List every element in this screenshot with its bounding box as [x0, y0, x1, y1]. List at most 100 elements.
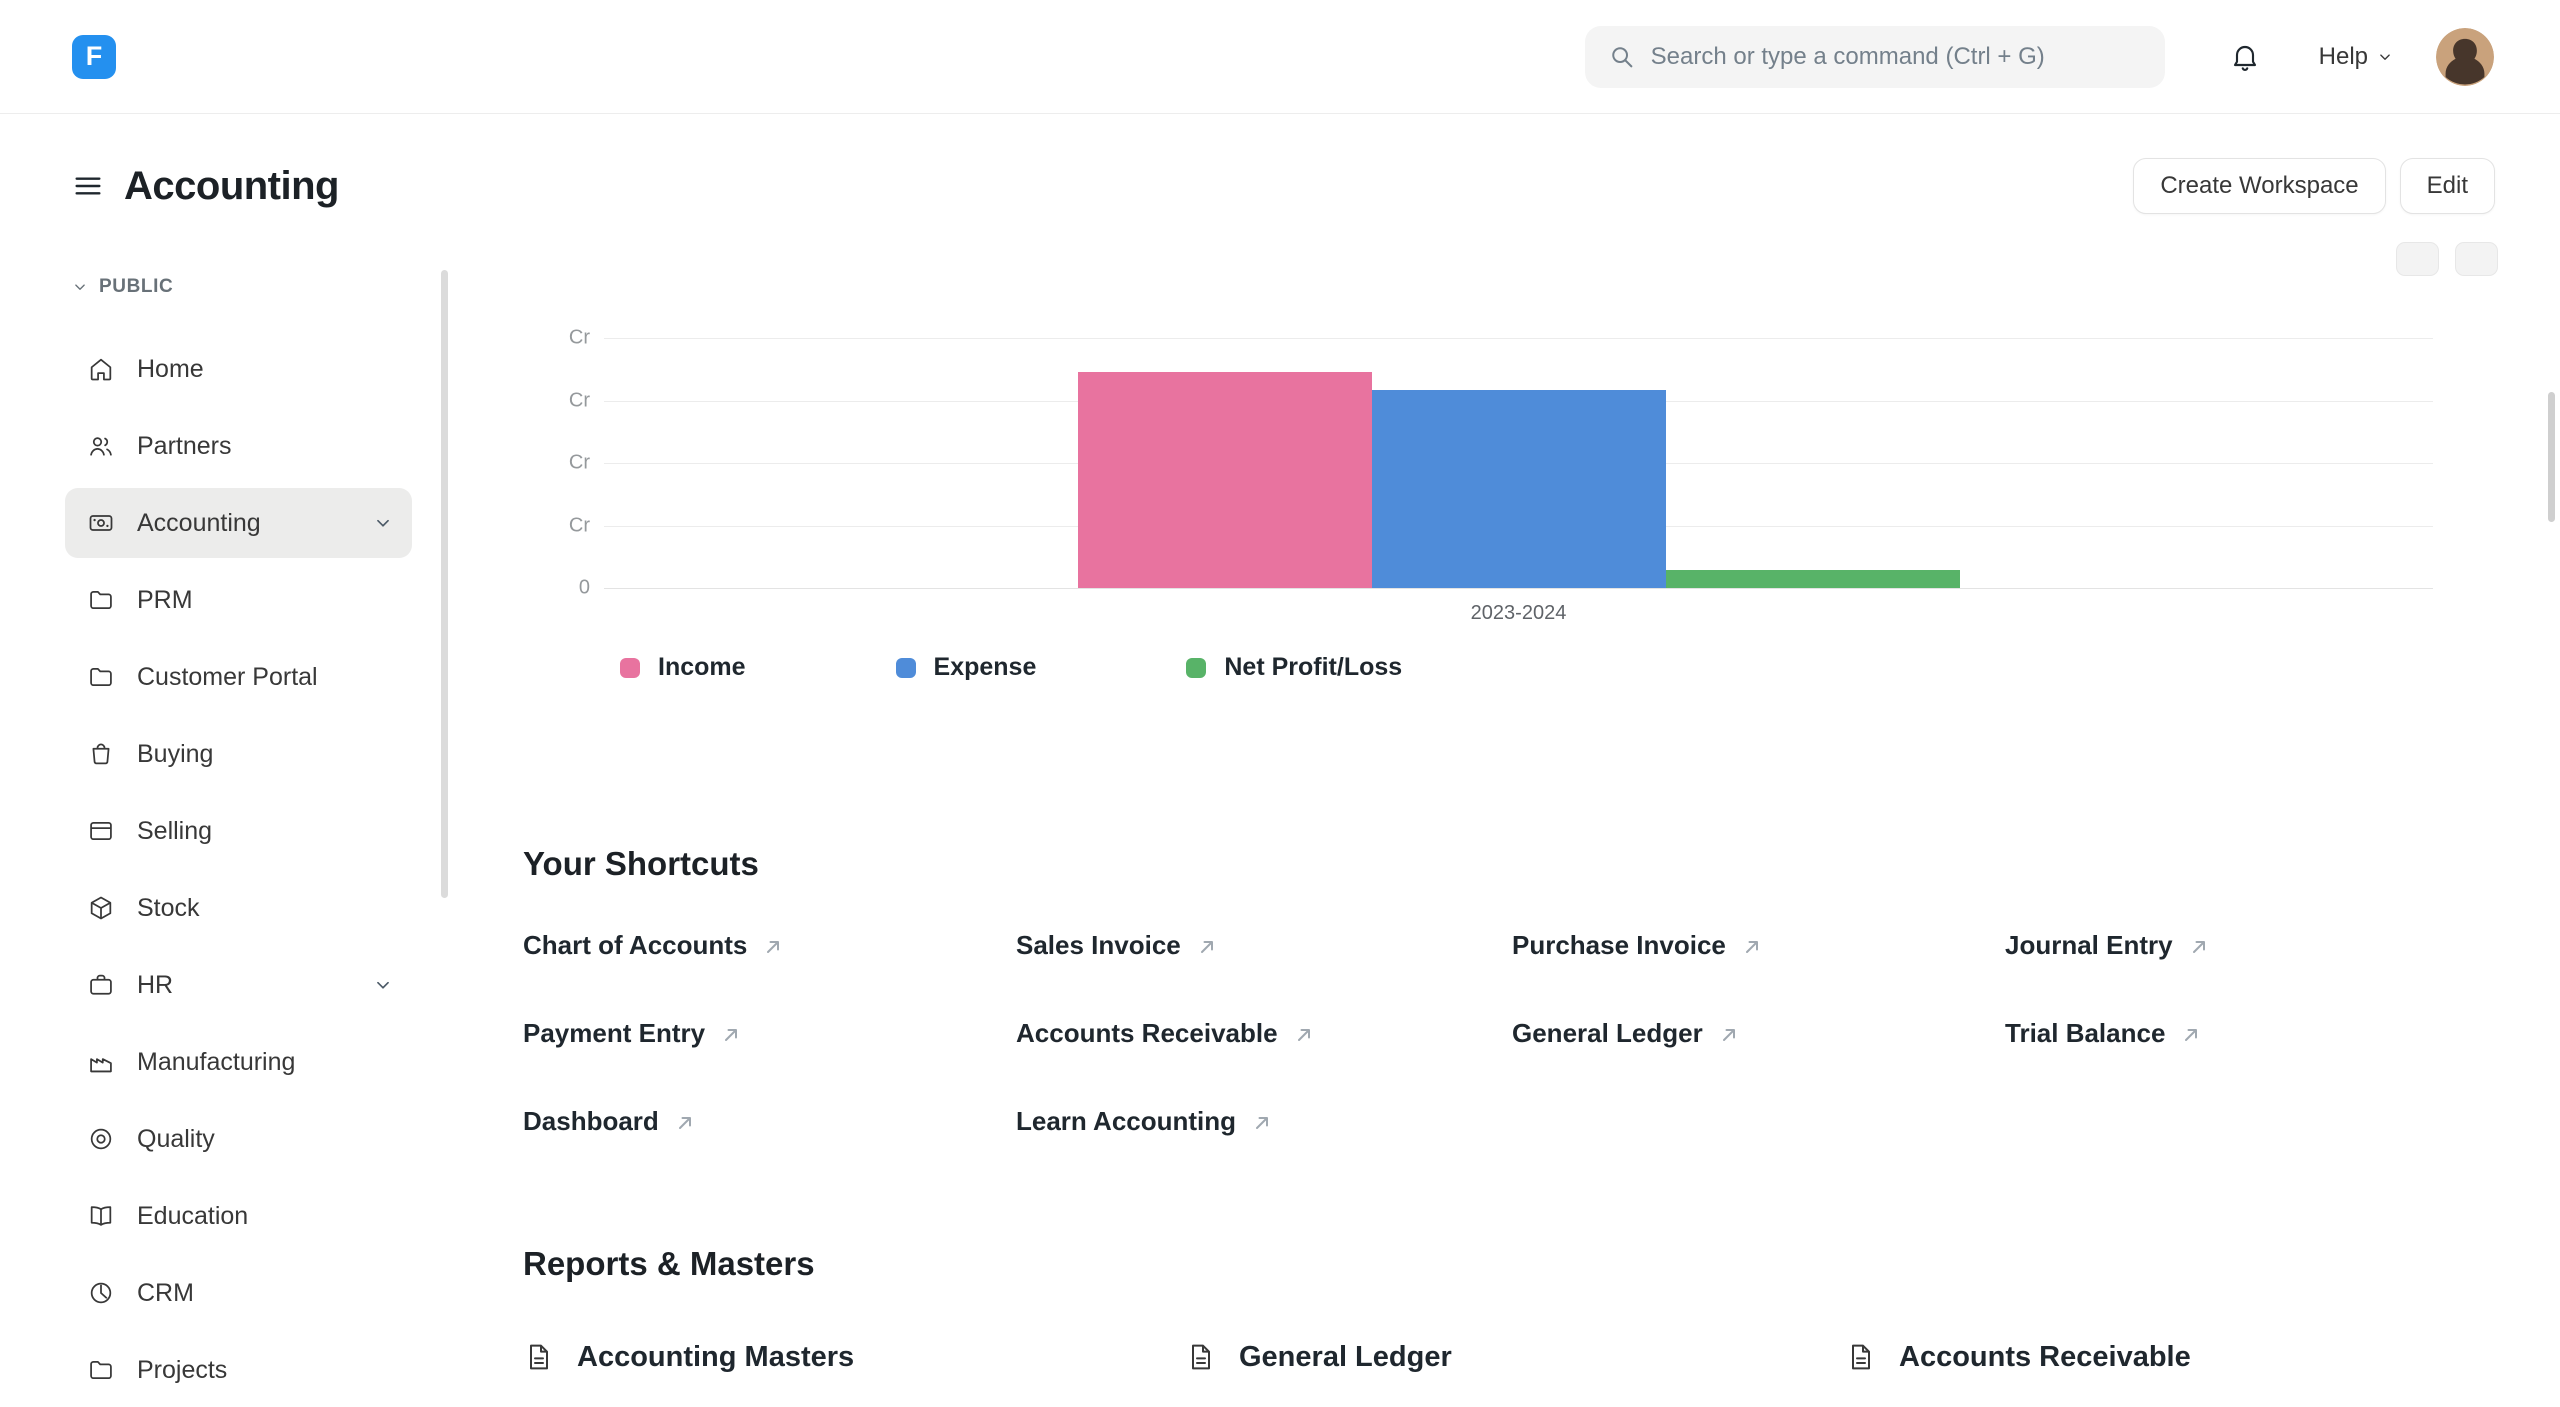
- shortcut-label: Chart of Accounts: [523, 930, 747, 961]
- chart-tick-label: 0: [542, 577, 590, 600]
- legend-expense[interactable]: Expense: [896, 653, 1037, 682]
- sidebar-item-label: CRM: [137, 1279, 194, 1308]
- report-general-ledger[interactable]: General Ledger: [1185, 1335, 1845, 1379]
- legend-income[interactable]: Income: [620, 653, 746, 682]
- education-icon: [87, 1202, 115, 1230]
- chart-tick-label: Cr: [542, 389, 590, 412]
- shortcut-dashboard[interactable]: Dashboard: [523, 1105, 1016, 1137]
- sidebar-item-label: Manufacturing: [137, 1048, 295, 1077]
- legend-net-profit-loss[interactable]: Net Profit/Loss: [1186, 653, 1402, 682]
- bell-icon[interactable]: [2229, 41, 2261, 73]
- sidebar-section-label: PUBLIC: [99, 276, 173, 298]
- manufacturing-icon: [87, 1048, 115, 1076]
- reports-heading: Reports & Masters: [523, 1245, 2500, 1283]
- shortcut-general-ledger[interactable]: General Ledger: [1512, 1017, 2005, 1049]
- shortcut-journal-entry[interactable]: Journal Entry: [2005, 929, 2500, 961]
- chart-plot: CrCrCrCr0: [604, 338, 2433, 588]
- chart-tick-label: Cr: [542, 452, 590, 475]
- chevron-down-icon: [372, 974, 394, 996]
- shortcut-label: Learn Accounting: [1016, 1106, 1236, 1137]
- file-icon: [523, 1341, 555, 1373]
- report-accounting-masters[interactable]: Accounting Masters: [523, 1335, 1185, 1379]
- sidebar-item-label: Home: [137, 355, 204, 384]
- edit-button[interactable]: Edit: [2400, 158, 2495, 214]
- sidebar-toggle-icon[interactable]: [72, 170, 104, 202]
- sidebar-section-public[interactable]: PUBLIC: [65, 270, 452, 304]
- legend-label: Income: [658, 653, 746, 682]
- shortcut-label: Sales Invoice: [1016, 930, 1181, 961]
- arrow-up-right-icon: [1717, 1023, 1741, 1047]
- accounting-icon: [87, 509, 115, 537]
- sidebar-item-label: Customer Portal: [137, 663, 318, 692]
- arrow-up-right-icon: [1740, 935, 1764, 959]
- bar-income[interactable]: [1078, 372, 1372, 588]
- sidebar-item-education[interactable]: Education: [65, 1181, 412, 1251]
- sidebar-items: Home PartnersAccountingPRM Customer Portal…: [65, 334, 452, 1405]
- help-menu[interactable]: Help: [2319, 43, 2394, 71]
- arrow-up-right-icon: [1195, 935, 1219, 959]
- buying-icon: [87, 740, 115, 768]
- shortcut-payment-entry[interactable]: Payment Entry: [523, 1017, 1016, 1049]
- shortcut-label: Purchase Invoice: [1512, 930, 1726, 961]
- arrow-up-right-icon: [2179, 1023, 2203, 1047]
- chevron-down-icon: [372, 512, 394, 534]
- arrow-up-right-icon: [1250, 1111, 1274, 1135]
- sidebar-item-partners[interactable]: Partners: [65, 411, 412, 481]
- chart-action-button[interactable]: [2455, 242, 2498, 276]
- bar-expense[interactable]: [1372, 390, 1666, 588]
- shortcut-purchase-invoice[interactable]: Purchase Invoice: [1512, 929, 2005, 961]
- search-input[interactable]: [1651, 43, 2143, 71]
- sidebar-item-quality[interactable]: Quality: [65, 1104, 412, 1174]
- legend-label: Expense: [934, 653, 1037, 682]
- sidebar-item-label: Education: [137, 1202, 248, 1231]
- shortcut-label: Dashboard: [523, 1106, 659, 1137]
- chevron-down-icon: [2376, 48, 2394, 66]
- shortcut-accounts-receivable[interactable]: Accounts Receivable: [1016, 1017, 1512, 1049]
- shortcut-chart-of-accounts[interactable]: Chart of Accounts: [523, 929, 1016, 961]
- search-icon: [1607, 42, 1637, 72]
- sidebar-scrollbar[interactable]: [441, 270, 448, 898]
- shortcut-learn-accounting[interactable]: Learn Accounting: [1016, 1105, 1512, 1137]
- page-title: Accounting: [124, 164, 339, 209]
- shortcuts-heading: Your Shortcuts: [523, 845, 2500, 883]
- page-header: Accounting Create Workspace Edit: [0, 158, 2560, 214]
- dashboard-bar-chart: CrCrCrCr0 2023-2024 IncomeExpenseNet Pro…: [523, 338, 2500, 682]
- chart-action-button[interactable]: [2396, 242, 2439, 276]
- sidebar-item-crm[interactable]: CRM: [65, 1258, 412, 1328]
- bar-net-profit-loss[interactable]: [1666, 570, 1960, 588]
- arrow-up-right-icon: [719, 1023, 743, 1047]
- chart-legend: Income Expense Net Profit/Loss: [620, 653, 2500, 682]
- sidebar-item-hr[interactable]: HR: [65, 950, 412, 1020]
- shortcut-trial-balance[interactable]: Trial Balance: [2005, 1017, 2500, 1049]
- folder-icon: [87, 663, 115, 691]
- sidebar-item-prm[interactable]: PRM: [65, 565, 412, 635]
- chart-tick-label: Cr: [542, 327, 590, 350]
- sidebar-item-label: Stock: [137, 894, 200, 923]
- search-bar[interactable]: [1585, 26, 2165, 88]
- reports-grid: Accounting Masters General LedgerAccounts…: [523, 1335, 2500, 1379]
- report-label: Accounting Masters: [577, 1341, 854, 1374]
- page-scrollbar[interactable]: [2548, 392, 2555, 522]
- help-label: Help: [2319, 43, 2368, 71]
- quality-icon: [87, 1125, 115, 1153]
- legend-label: Net Profit/Loss: [1224, 653, 1402, 682]
- crm-icon: [87, 1279, 115, 1307]
- sidebar-item-manufacturing[interactable]: Manufacturing: [65, 1027, 412, 1097]
- sidebar-item-buying[interactable]: Buying: [65, 719, 412, 789]
- arrow-up-right-icon: [2187, 935, 2211, 959]
- arrow-up-right-icon: [1292, 1023, 1316, 1047]
- sidebar-item-selling[interactable]: Selling: [65, 796, 412, 866]
- create-workspace-button[interactable]: Create Workspace: [2133, 158, 2385, 214]
- sidebar-item-home[interactable]: Home: [65, 334, 412, 404]
- sidebar-item-projects[interactable]: Projects: [65, 1335, 412, 1405]
- home-icon: [87, 355, 115, 383]
- user-avatar[interactable]: [2436, 28, 2494, 86]
- shortcut-sales-invoice[interactable]: Sales Invoice: [1016, 929, 1512, 961]
- chart-tick-label: Cr: [542, 514, 590, 537]
- frappe-logo[interactable]: F: [72, 35, 116, 79]
- report-accounts-receivable[interactable]: Accounts Receivable: [1845, 1335, 2500, 1379]
- sidebar-item-customer-portal[interactable]: Customer Portal: [65, 642, 412, 712]
- sidebar-item-stock[interactable]: Stock: [65, 873, 412, 943]
- sidebar-item-label: Projects: [137, 1356, 227, 1385]
- sidebar-item-accounting[interactable]: Accounting: [65, 488, 412, 558]
